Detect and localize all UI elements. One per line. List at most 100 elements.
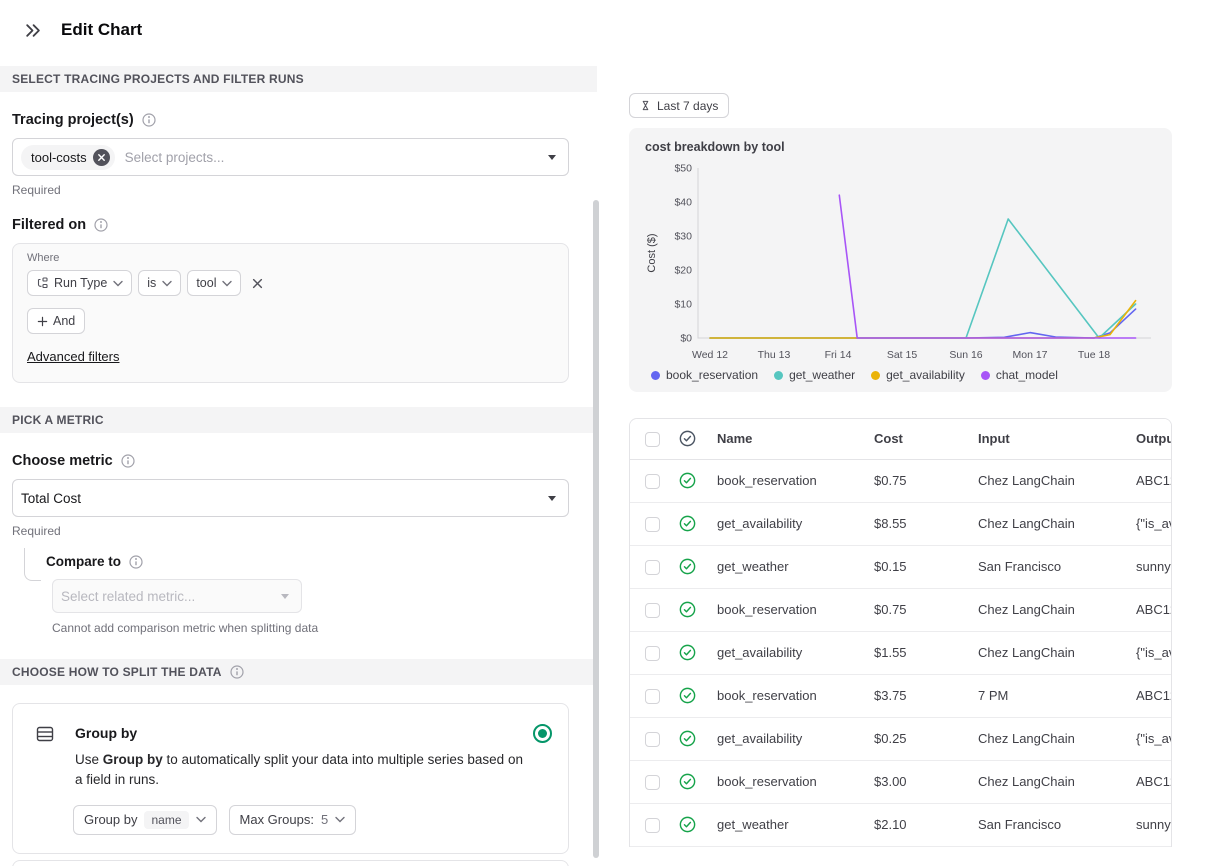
run-name-cell: get_availability [708, 717, 865, 761]
success-status-icon [679, 601, 696, 618]
compare-metric-select[interactable]: Select related metric... [52, 579, 302, 613]
run-cost-cell: $3.75 [865, 674, 969, 718]
metric-select[interactable]: Total Cost [12, 479, 569, 517]
run-output-cell: ABC12 [1127, 588, 1171, 632]
choose-metric-label: Choose metric [12, 453, 569, 469]
legend-item-chat_model[interactable]: chat_model [980, 368, 1058, 382]
metric-value: Total Cost [21, 490, 82, 506]
info-icon[interactable] [142, 113, 156, 127]
run-cost-cell: $0.75 [865, 588, 969, 632]
run-input-cell: San Francisco [969, 545, 1127, 589]
run-row[interactable]: get_availability $8.55 Chez LangChain {"is_… [630, 502, 1171, 546]
run-row[interactable]: book_reservation$3.757 PMABC12 [630, 674, 1171, 718]
hourglass-icon [642, 100, 649, 111]
run-row[interactable]: book_reservation$0.75Chez LangChainABC12 [630, 588, 1171, 632]
info-icon[interactable] [121, 454, 135, 468]
run-output-cell: sunny [1127, 545, 1171, 589]
filter-field-dropdown[interactable]: Run Type [27, 270, 133, 296]
run-output-cell: {"is_av [1127, 502, 1171, 546]
group-by-card[interactable]: Group by Use Group by to automatically s… [12, 703, 569, 854]
run-type-icon [37, 277, 48, 289]
chevron-down-icon [548, 155, 556, 160]
select-all-checkbox[interactable] [645, 431, 660, 447]
legend-item-get_weather[interactable]: get_weather [774, 368, 855, 382]
run-name-cell: book_reservation [708, 674, 865, 718]
run-cost-cell: $2.10 [865, 803, 969, 847]
page-title: Edit Chart [61, 20, 143, 39]
rows-layout-icon [36, 726, 54, 742]
row-checkbox[interactable] [645, 731, 660, 747]
legend-item-get_availability[interactable]: get_availability [871, 368, 965, 382]
max-groups-dropdown[interactable]: Max Groups: 5 [228, 804, 357, 835]
row-checkbox[interactable] [645, 645, 660, 661]
col-header-cost: Cost [865, 419, 969, 460]
add-and-filter-button[interactable]: And [27, 308, 86, 334]
row-checkbox[interactable] [645, 516, 660, 532]
run-name-cell: get_weather [708, 803, 865, 847]
run-name-cell: get_availability [708, 502, 865, 546]
legend-dot [774, 370, 784, 380]
run-name-cell: book_reservation [708, 760, 865, 804]
run-cost-cell: $0.15 [865, 545, 969, 589]
run-row[interactable]: book_reservation$3.00Chez LangChainABC12 [630, 760, 1171, 804]
projects-select[interactable]: tool-costs Select projects... [12, 138, 569, 176]
time-range-chip[interactable]: Last 7 days [629, 93, 730, 118]
chart-legend: book_reservation get_weather get_availabil… [651, 368, 1172, 382]
section-pick-metric: PICK A METRIC [0, 407, 597, 433]
filter-operator-dropdown[interactable]: is [138, 270, 182, 296]
row-checkbox[interactable] [645, 473, 660, 489]
run-output-cell: {"is_av [1127, 717, 1171, 761]
run-output-cell: ABC12 [1127, 760, 1171, 804]
success-status-icon [679, 515, 696, 532]
remove-project-icon[interactable] [92, 148, 110, 166]
legend-item-book_reservation[interactable]: book_reservation [651, 368, 758, 382]
group-by-radio-selected[interactable] [533, 724, 552, 743]
row-checkbox[interactable] [645, 817, 660, 833]
run-row[interactable]: book_reservation$0.75Chez LangChainABC12 [630, 459, 1171, 503]
success-status-icon [679, 687, 696, 704]
advanced-filters-link[interactable]: Advanced filters [27, 349, 120, 364]
run-output-cell: sunny [1127, 803, 1171, 847]
chevron-down-icon [222, 280, 233, 286]
group-by-title: Group by [75, 725, 138, 741]
run-row[interactable]: get_availability $1.55 Chez LangChain {"is_… [630, 631, 1171, 675]
run-output-cell: ABC12 [1127, 459, 1171, 503]
series-line-chat_model [838, 194, 1137, 339]
compare-placeholder: Select related metric... [61, 588, 196, 604]
run-row[interactable]: get_weather $0.15 San Francisco sunny [630, 545, 1171, 589]
group-by-field-tag: name [144, 810, 189, 829]
x-tick-label: Fri 14 [825, 349, 852, 361]
y-tick-label: $40 [674, 197, 692, 209]
plus-icon [37, 316, 48, 326]
row-checkbox[interactable] [645, 688, 660, 704]
y-tick-label: $50 [674, 163, 692, 175]
x-tick-label: Mon 17 [1012, 349, 1047, 361]
run-input-cell: Chez LangChain [969, 502, 1127, 546]
row-checkbox[interactable] [645, 559, 660, 575]
group-by-field-dropdown[interactable]: Group by name [73, 804, 217, 835]
chevron-down-icon [548, 496, 556, 501]
row-checkbox[interactable] [645, 602, 660, 618]
run-row[interactable]: get_availability $0.25 Chez LangChain {"is_… [630, 717, 1171, 761]
remove-filter-icon[interactable] [250, 276, 265, 291]
series-line-get_availability [709, 299, 1137, 339]
compare-to-label: Compare to [46, 554, 569, 569]
vertical-scrollbar[interactable] [593, 200, 599, 858]
x-tick-label: Sat 15 [887, 349, 918, 361]
x-tick-label: Tue 18 [1078, 349, 1110, 361]
success-status-icon [679, 773, 696, 790]
success-status-icon [679, 644, 696, 661]
info-icon[interactable] [94, 218, 108, 232]
row-checkbox[interactable] [645, 774, 660, 790]
legend-dot [651, 370, 660, 380]
success-status-icon [679, 816, 696, 833]
run-row[interactable]: get_weather $2.10 San Francisco sunny [630, 803, 1171, 847]
info-icon[interactable] [230, 665, 244, 679]
info-icon[interactable] [129, 554, 143, 569]
run-name-cell: book_reservation [708, 588, 865, 632]
filter-value-dropdown[interactable]: tool [187, 270, 242, 296]
run-output-cell: ABC12 [1127, 674, 1171, 718]
compare-to-block: Compare to Select related metric... Cann… [24, 548, 569, 635]
col-header-output: Output [1127, 419, 1171, 460]
expand-sidebar-icon[interactable] [20, 18, 45, 43]
